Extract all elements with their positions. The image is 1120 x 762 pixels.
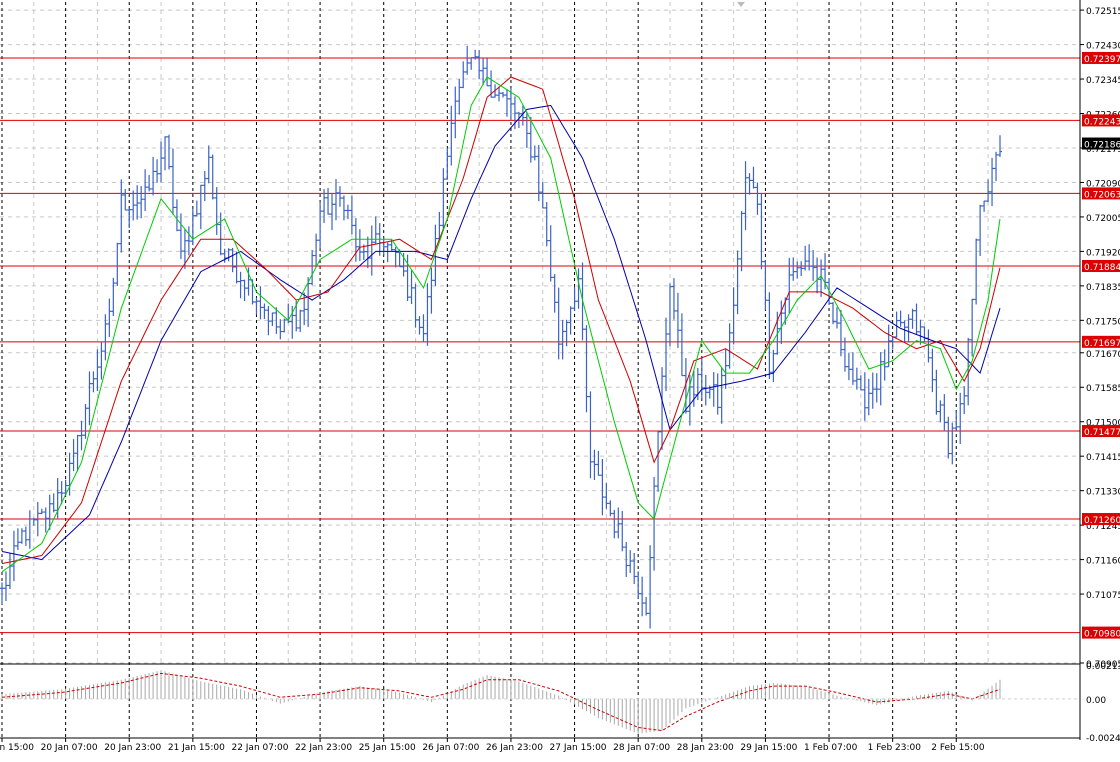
- trading-chart: 0.725150.724300.723450.722600.721750.720…: [0, 0, 1120, 758]
- x-tick-label: 22 Jan 07:00: [231, 743, 288, 753]
- level-label: 0.72243: [1084, 117, 1120, 127]
- level-label: 0.71477: [1084, 428, 1120, 438]
- level-label: 0.71884: [1084, 263, 1120, 273]
- x-tick-label: 26 Jan 07:00: [422, 743, 479, 753]
- osc-tick-label: -0.00240: [1086, 734, 1120, 744]
- x-tick-label: 28 Jan 23:00: [677, 743, 734, 753]
- x-tick-label: 1 Feb 23:00: [868, 743, 922, 753]
- y-tick-label: 0.71160: [1086, 557, 1120, 567]
- x-tick-label: 1 Feb 07:00: [804, 743, 858, 753]
- y-tick-label: 0.71670: [1086, 350, 1120, 360]
- x-tick-label: 20 Jan 23:00: [104, 743, 161, 753]
- x-tick-label: 25 Jan 15:00: [359, 743, 416, 753]
- x-tick-label: 20 Jan 07:00: [41, 743, 98, 753]
- y-tick-label: 0.71750: [1086, 317, 1120, 327]
- level-label: 0.71260: [1084, 516, 1120, 526]
- y-tick-label: 0.71415: [1086, 453, 1120, 463]
- x-tick-label: 22 Jan 23:00: [295, 743, 352, 753]
- level-label: 0.71697: [1084, 339, 1120, 349]
- level-label: 0.72063: [1084, 190, 1120, 200]
- y-tick-label: 0.72430: [1086, 42, 1120, 52]
- level-label: 0.70980: [1084, 630, 1120, 640]
- y-tick-label: 0.72345: [1086, 76, 1120, 86]
- x-tick-label: 19 Jan 15:00: [0, 743, 34, 753]
- y-tick-label: 0.71330: [1086, 488, 1120, 498]
- x-tick-label: 26 Jan 23:00: [486, 743, 543, 753]
- x-tick-label: 27 Jan 15:00: [550, 743, 607, 753]
- y-tick-label: 0.72515: [1086, 7, 1120, 17]
- osc-tick-label: 0.00: [1086, 696, 1106, 706]
- current-price-label: 0.72186: [1084, 141, 1120, 151]
- x-tick-label: 29 Jan 15:00: [740, 743, 797, 753]
- x-tick-label: 2 Feb 15:00: [931, 743, 985, 753]
- level-label: 0.72397: [1084, 55, 1120, 65]
- x-tick-label: 28 Jan 07:00: [613, 743, 670, 753]
- y-tick-label: 0.71920: [1086, 248, 1120, 258]
- x-tick-label: 21 Jan 15:00: [168, 743, 225, 753]
- y-tick-label: 0.71585: [1086, 384, 1120, 394]
- osc-tick-label: 0.00213: [1086, 662, 1120, 672]
- y-tick-label: 0.72005: [1086, 214, 1120, 224]
- y-tick-label: 0.71835: [1086, 283, 1120, 293]
- chart-canvas: 0.725150.724300.723450.722600.721750.720…: [0, 0, 1120, 758]
- y-tick-label: 0.71075: [1086, 591, 1120, 601]
